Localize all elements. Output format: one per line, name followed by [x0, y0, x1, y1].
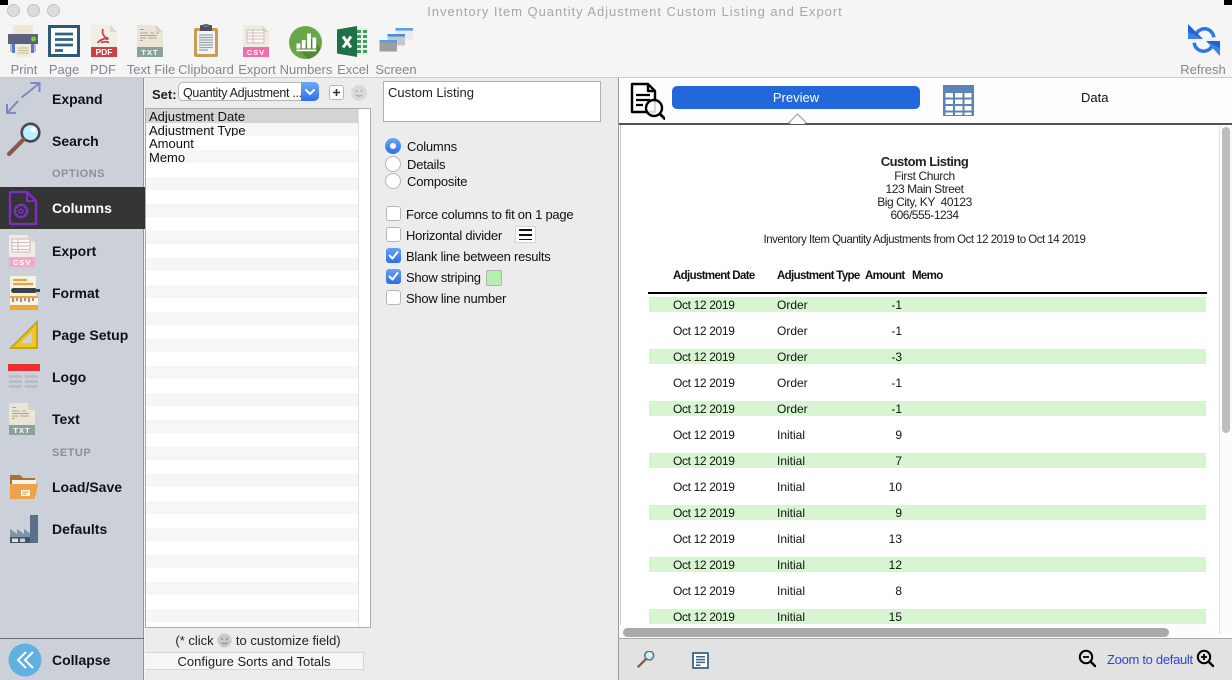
svg-text:TXT: TXT: [141, 48, 158, 57]
svg-text:PDF: PDF: [96, 47, 113, 57]
svg-text:CSV: CSV: [247, 48, 265, 57]
svg-text:TXT: TXT: [13, 426, 30, 435]
svg-text:CSV: CSV: [13, 258, 31, 267]
